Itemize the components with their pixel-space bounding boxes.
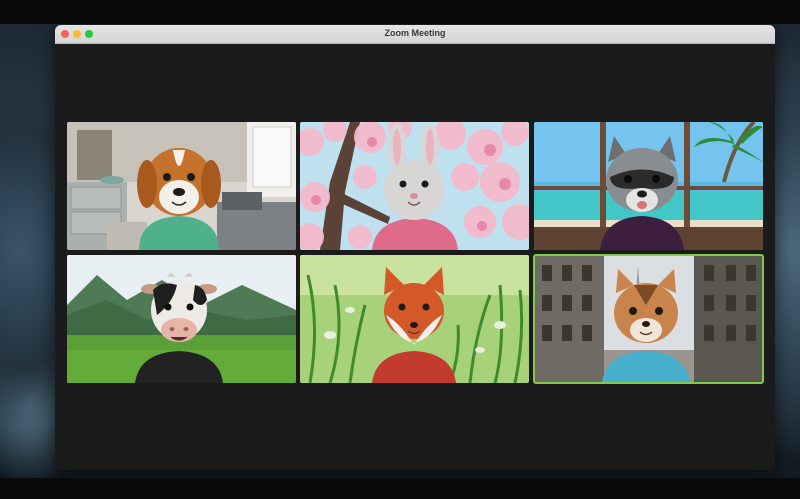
dog-avatar bbox=[67, 122, 296, 250]
screen-top-bar bbox=[0, 0, 800, 24]
video-gallery bbox=[55, 44, 775, 470]
screen-bottom-bar bbox=[0, 478, 800, 499]
participant-video-tile[interactable] bbox=[67, 122, 296, 250]
window-title: Zoom Meeting bbox=[384, 28, 446, 38]
participant-video-tile[interactable] bbox=[300, 255, 529, 383]
zoom-meeting-window: Zoom Meeting bbox=[55, 25, 775, 470]
cow-avatar bbox=[67, 255, 296, 383]
window-titlebar[interactable]: Zoom Meeting bbox=[55, 25, 775, 44]
participant-video-tile[interactable] bbox=[67, 255, 296, 383]
bunny-avatar bbox=[300, 122, 529, 250]
cat-avatar bbox=[534, 255, 763, 383]
raccoon-avatar bbox=[534, 122, 763, 250]
participant-video-tile[interactable] bbox=[533, 254, 764, 384]
participant-video-tile[interactable] bbox=[300, 122, 529, 250]
fox-avatar bbox=[300, 255, 529, 383]
participant-video-tile[interactable] bbox=[534, 122, 763, 250]
